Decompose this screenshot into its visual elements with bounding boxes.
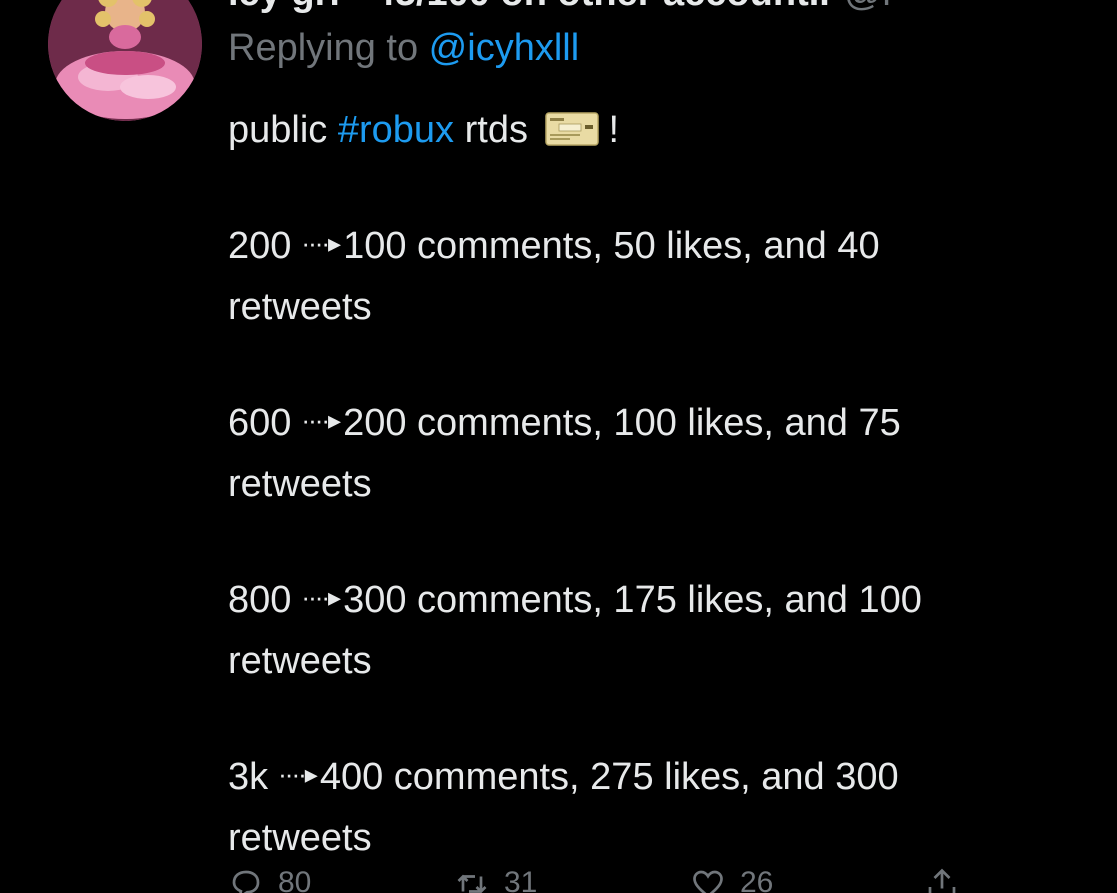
tier-requirements: 100 comments, 50 likes, and 40 — [343, 225, 880, 267]
tier-requirements: 200 comments, 100 likes, and 75 — [343, 402, 901, 444]
hashtag-link[interactable]: #robux — [338, 109, 454, 151]
dotted-arrow-icon: ····▸ — [278, 759, 318, 789]
reply-button[interactable]: 80 — [228, 866, 311, 893]
avatar-image — [48, 0, 202, 121]
replying-prefix: Replying to — [228, 27, 429, 69]
avatar[interactable] — [48, 0, 202, 121]
tier-requirements-wrap: retweets — [228, 286, 372, 328]
tweet: icy grl · 45/100 on other account.. @i Re… — [0, 0, 1117, 893]
intro-exclamation: ! — [608, 109, 620, 151]
share-icon — [928, 868, 956, 893]
author-name[interactable]: icy grl · 45/100 on other account.. — [228, 0, 830, 14]
tier-item: 3k ····▸ 400 comments, 275 likes, and 300 … — [228, 744, 1098, 869]
dotted-arrow-icon: ····▸ — [301, 582, 341, 612]
replying-handle-link[interactable]: @icyhxlll — [429, 27, 579, 69]
tweet-text: public #robux rtds ! 200 ····▸ 100 comment… — [228, 100, 1098, 869]
author-line: icy grl · 45/100 on other account.. @i — [228, 0, 891, 15]
tweet-intro-line: public #robux rtds ! — [228, 100, 1098, 161]
tier-item: 600 ····▸ 200 comments, 100 likes, and 75 … — [228, 390, 1098, 515]
intro-word-rtds: rtds — [454, 109, 528, 151]
tier-requirements-wrap: retweets — [228, 817, 372, 859]
tier-amount: 800 — [228, 579, 292, 621]
tier-requirements: 300 comments, 175 likes, and 100 — [343, 579, 922, 621]
like-count: 26 — [740, 866, 774, 893]
comment-icon — [232, 870, 260, 893]
reply-count: 80 — [278, 866, 312, 893]
dotted-arrow-icon: ····▸ — [301, 405, 341, 435]
tier-amount: 200 — [228, 225, 292, 267]
replying-to: Replying to @icyhxlll — [228, 27, 579, 70]
share-button[interactable] — [924, 866, 960, 893]
tier-requirements-wrap: retweets — [228, 640, 372, 682]
tweet-actions: 80 31 26 — [228, 866, 988, 893]
credit-card-emoji-icon — [544, 112, 599, 146]
heart-icon — [693, 870, 723, 893]
tier-amount: 600 — [228, 402, 292, 444]
tier-item: 800 ····▸ 300 comments, 175 likes, and 100… — [228, 567, 1098, 692]
retweet-count: 31 — [504, 866, 538, 893]
tier-item: 200 ····▸ 100 comments, 50 likes, and 40 r… — [228, 213, 1098, 338]
intro-word-public: public — [228, 109, 338, 151]
like-button[interactable]: 26 — [690, 866, 773, 893]
author-handle[interactable]: @i — [844, 0, 891, 14]
tier-requirements: 400 comments, 275 likes, and 300 — [319, 756, 899, 798]
tier-amount: 3k — [228, 756, 269, 798]
tier-requirements-wrap: retweets — [228, 463, 372, 505]
retweet-button[interactable]: 31 — [454, 866, 537, 893]
retweet-icon — [457, 874, 487, 893]
dotted-arrow-icon: ····▸ — [301, 228, 341, 258]
